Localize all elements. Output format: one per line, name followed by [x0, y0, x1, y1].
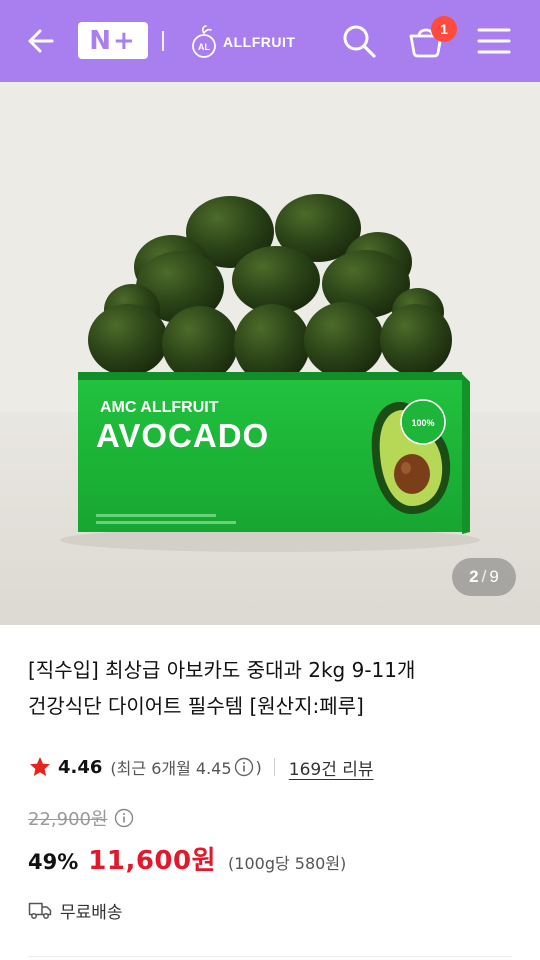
image-page-indicator: 2 / 9: [452, 558, 516, 596]
product-title-line-2: 건강식단 다이어트 필수템 [원산지:페루]: [28, 694, 364, 718]
price-info-icon[interactable]: [114, 808, 134, 828]
recent-rating-close: ): [255, 757, 262, 777]
naver-plus-label: N+: [89, 25, 137, 56]
rating-divider: [273, 758, 275, 776]
header-divider: [162, 31, 164, 51]
menu-button[interactable]: [476, 24, 512, 58]
brand-name: ALLFRUIT: [223, 34, 296, 50]
unit-price: (100g당 580원): [228, 854, 347, 873]
store-brand-link[interactable]: AL ALLFRUIT: [191, 24, 295, 60]
menu-icon: [477, 28, 511, 54]
brand-logo-text: AL: [198, 42, 210, 52]
box-badge-text: 100%: [411, 418, 434, 428]
discount-rate: 49%: [28, 850, 79, 874]
back-button[interactable]: [22, 22, 60, 60]
recent-rating: (최근 6개월 4.45 ): [110, 755, 261, 779]
search-button[interactable]: [340, 22, 378, 60]
rating-value: 4.46: [58, 756, 103, 778]
top-app-bar: N+ AL ALLFRUIT 1: [0, 0, 540, 82]
star-icon: [30, 757, 50, 776]
cart-count-badge: 1: [431, 16, 457, 42]
truck-icon: [28, 902, 52, 919]
original-price: 22,900원: [28, 809, 108, 830]
page-separator: /: [481, 567, 487, 586]
allfruit-logo-icon: AL: [192, 25, 216, 58]
naver-plus-button[interactable]: N+: [78, 22, 148, 59]
review-count-link[interactable]: 169건 리뷰: [289, 755, 374, 780]
rating-row: 4.46 (최근 6개월 4.45 ) 169건 리뷰: [28, 752, 374, 782]
original-price-row: 22,900원: [28, 804, 136, 832]
current-image-index: 2: [469, 567, 479, 586]
total-image-count: 9: [489, 567, 499, 586]
recent-rating-text: (최근 6개월 4.45: [110, 759, 232, 778]
info-icon[interactable]: [234, 757, 254, 777]
shipping-row: 무료배송: [28, 896, 123, 924]
avocado-box-photo: AMC ALLFRUIT AVOCADO 100%: [0, 82, 540, 625]
section-divider: [28, 956, 512, 957]
box-product-text: AVOCADO: [96, 417, 269, 454]
product-title: [직수입] 최상급 아보카도 중대과 2kg 9-11개 건강식단 다이어트 필…: [28, 652, 518, 724]
product-image-carousel[interactable]: AMC ALLFRUIT AVOCADO 100% 2 / 9: [0, 82, 540, 625]
back-arrow-icon: [28, 29, 54, 53]
product-title-line-1: [직수입] 최상급 아보카도 중대과 2kg 9-11개: [28, 658, 416, 682]
search-icon: [343, 25, 376, 58]
box-brand-text: AMC ALLFRUIT: [100, 399, 219, 416]
sale-price: 11,600원: [88, 846, 217, 876]
sale-price-row: 49% 11,600원 (100g당 580원): [28, 840, 346, 880]
shipping-label: 무료배송: [60, 902, 123, 923]
